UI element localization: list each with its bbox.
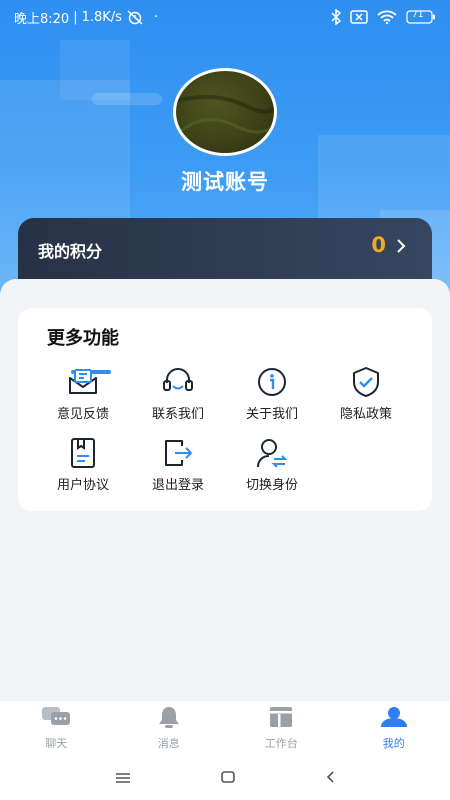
status-time: 晚上8:20 [14, 11, 70, 27]
tab-workbench-label: 工作台 [264, 737, 298, 750]
bluetooth-icon [331, 9, 341, 25]
switch-user-icon [255, 436, 289, 470]
chat-icon [41, 706, 71, 732]
main-content: 更多功能 意见反馈 联系我们 关于我们 隐私政策 用户协议 退出登录 切换身份 [0, 279, 450, 700]
logout-label: 退出登录 [151, 478, 204, 493]
feedback-button[interactable]: 意见反馈 [35, 365, 131, 429]
tab-mine-label: 我的 [382, 737, 405, 750]
status-bar: 晚上8:20 | 1.8K/s · 71 [0, 0, 450, 34]
more-functions-card: 更多功能 意见反馈 联系我们 关于我们 隐私政策 用户协议 退出登录 切换身份 [18, 308, 432, 511]
username: 测试账号 [181, 170, 269, 194]
feedback-label: 意见反馈 [56, 407, 109, 422]
back-icon[interactable] [325, 769, 335, 788]
section-title: 更多功能 [47, 328, 119, 349]
tab-messages-label: 消息 [157, 737, 180, 750]
battery-icon: 71 [406, 10, 436, 24]
points-value: 0 [371, 233, 386, 257]
tab-mine[interactable]: 我的 [338, 701, 450, 756]
chevron-right-icon [396, 238, 406, 258]
tab-chat[interactable]: 聊天 [0, 701, 113, 756]
system-nav-bar [0, 756, 450, 800]
network-speed: 1.8K/s [81, 9, 122, 25]
battery-level: 71 [412, 10, 424, 20]
bell-icon [157, 706, 181, 732]
tab-chat-label: 聊天 [45, 737, 68, 750]
about-us-label: 关于我们 [245, 407, 298, 422]
status-dot: · [153, 9, 159, 25]
logout-icon [161, 436, 195, 470]
switch-identity-button[interactable]: 切换身份 [224, 436, 320, 500]
privacy-policy-button[interactable]: 隐私政策 [318, 365, 414, 429]
status-divider: | [73, 9, 78, 25]
switch-identity-label: 切换身份 [245, 478, 298, 493]
wifi-icon [377, 10, 397, 24]
about-us-button[interactable]: 关于我们 [224, 365, 320, 429]
logout-button[interactable]: 退出登录 [130, 436, 226, 500]
home-icon[interactable] [220, 769, 236, 788]
headset-icon [161, 365, 195, 399]
menu-icon[interactable] [115, 769, 131, 788]
contact-us-button[interactable]: 联系我们 [130, 365, 226, 429]
tab-messages[interactable]: 消息 [113, 701, 226, 756]
workbench-icon [269, 706, 293, 732]
alarm-off-icon [126, 9, 144, 25]
user-agreement-button[interactable]: 用户协议 [35, 436, 131, 500]
user-agreement-label: 用户协议 [56, 478, 109, 493]
contact-us-label: 联系我们 [151, 407, 204, 422]
document-icon [66, 436, 100, 470]
sim-off-icon [350, 10, 368, 24]
privacy-policy-label: 隐私政策 [339, 407, 392, 422]
avatar[interactable] [173, 68, 277, 156]
cloud-decoration [92, 93, 162, 105]
user-icon [380, 706, 408, 732]
points-label: 我的积分 [38, 242, 103, 261]
info-icon [255, 365, 289, 399]
feedback-icon [66, 365, 100, 399]
tab-workbench[interactable]: 工作台 [225, 701, 338, 756]
building-decoration [60, 40, 130, 100]
bottom-tab-bar: 聊天 消息 工作台 我的 [0, 700, 450, 756]
shield-icon [349, 365, 383, 399]
